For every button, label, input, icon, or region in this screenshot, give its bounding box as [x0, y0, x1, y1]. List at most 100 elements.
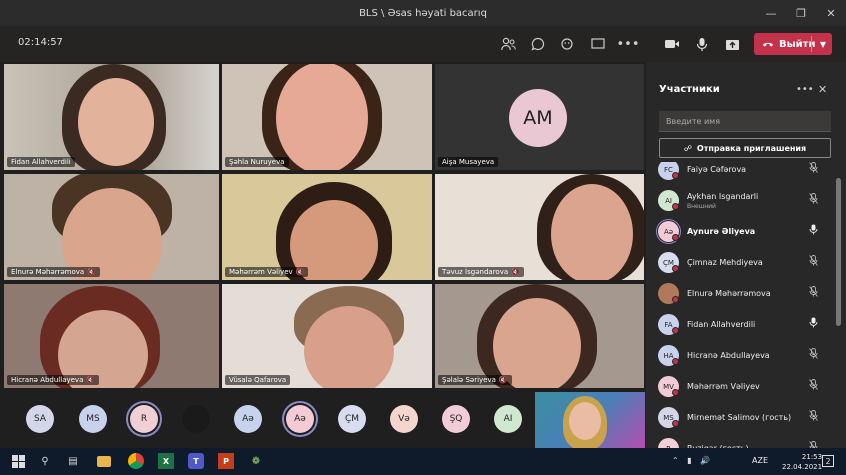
powerpoint-icon[interactable]: P	[218, 453, 234, 469]
invite-button[interactable]: ☍ Отправка приглашения	[659, 138, 831, 158]
participant-name: Hicranə Abdullayeva	[687, 351, 770, 360]
participant-row[interactable]: HA Hicranə Abdullayeva	[658, 342, 828, 368]
video-tile[interactable]: Elnurə Məhərrəmova 🔇	[4, 174, 219, 280]
taskbar: ⚲ ▤ X T P ❁ ⌃ ▮ 🔊 AZE 21:53 22.04.2021 2	[0, 448, 846, 475]
mic-muted-icon[interactable]	[809, 286, 818, 300]
strip-avatar[interactable]	[182, 405, 210, 433]
mic-muted-icon: 🔇	[498, 376, 508, 384]
mic-muted-icon[interactable]	[809, 441, 818, 448]
strip-avatar[interactable]: ŞQ	[442, 405, 470, 433]
tile-name: Şəlalə Səriyeva 🔇	[438, 375, 512, 385]
mic-muted-icon: 🔇	[87, 268, 96, 276]
system-tray[interactable]: ⌃ ▮ 🔊	[672, 456, 713, 465]
participants-panel: Участники ••• ✕ ☍ Отправка приглашения F…	[646, 62, 846, 448]
clock[interactable]: 21:53 22.04.2021	[782, 452, 822, 472]
share-tray-icon[interactable]	[722, 34, 742, 54]
mic-muted-icon[interactable]	[809, 255, 818, 269]
participant-name: Mirnemət Salimov (гость)	[687, 413, 792, 422]
participant-row[interactable]: Elnurə Məhərrəmova	[658, 280, 828, 306]
mic-muted-icon[interactable]	[809, 193, 818, 207]
search-icon[interactable]: ⚲	[37, 453, 53, 469]
status-badge	[672, 296, 679, 303]
participant-row[interactable]: MS Mirnemət Salimov (гость)	[658, 404, 828, 430]
more-options-icon[interactable]: •••	[796, 84, 814, 95]
windows-start-icon[interactable]	[10, 453, 26, 469]
participant-row[interactable]: AI Aykhan Isgandarli Внешний	[658, 187, 828, 213]
app-icon[interactable]: ❁	[248, 453, 264, 469]
mic-muted-icon: 🔇	[295, 268, 305, 276]
close-icon[interactable]: ✕	[818, 83, 827, 96]
video-tile[interactable]: Məhərrəm Vəliyev 🔇	[222, 174, 432, 280]
video-tile[interactable]: Vüsalə Qafarova	[222, 284, 432, 388]
camera-icon[interactable]	[662, 34, 682, 54]
maximize-icon[interactable]: ❐	[786, 0, 816, 26]
video-tile[interactable]: Fidan Allahverdili	[4, 64, 219, 170]
mic-muted-icon[interactable]	[809, 410, 818, 424]
strip-avatar[interactable]: ÇM	[338, 405, 366, 433]
tile-name: Aişa Musayeva	[438, 157, 499, 167]
strip-avatar[interactable]: R	[130, 405, 158, 433]
chrome-icon[interactable]	[128, 453, 144, 469]
chat-icon[interactable]	[528, 34, 548, 54]
more-options-icon[interactable]: •••	[617, 34, 640, 54]
video-tile[interactable]: Təvuz İsgəndarova 🔇	[435, 174, 644, 280]
participant-role: Внешний	[687, 203, 716, 210]
participant-row[interactable]: MV Məhərrəm Vəliyev	[658, 373, 828, 399]
panel-title: Участники	[659, 84, 720, 95]
participant-row[interactable]: RRuzigar (гость)	[658, 435, 828, 448]
mic-muted-icon[interactable]	[809, 162, 818, 176]
participant-name: Fidan Allahverdili	[687, 320, 756, 329]
avatar: R	[658, 438, 679, 448]
video-grid: Fidan Allahverdili Şəhla Nuruyeva AM Aiş…	[4, 64, 644, 388]
status-badge	[672, 203, 679, 210]
participants-icon[interactable]	[498, 34, 518, 54]
video-tile[interactable]: Hicranə Abdullayeva 🔇	[4, 284, 219, 388]
video-tile[interactable]: Şəlalə Səriyeva 🔇	[435, 284, 644, 388]
status-badge	[672, 172, 679, 179]
task-view-icon[interactable]: ▤	[65, 453, 81, 469]
mic-muted-icon[interactable]	[809, 379, 818, 393]
file-explorer-icon[interactable]	[97, 456, 111, 467]
chevron-down-icon[interactable]: ▼	[820, 40, 826, 49]
strip-avatar[interactable]: Aə	[286, 405, 314, 433]
share-screen-icon[interactable]	[588, 34, 608, 54]
leave-label: Выйти	[779, 38, 816, 50]
excel-icon[interactable]: X	[158, 453, 174, 469]
microphone-icon[interactable]	[692, 34, 712, 54]
video-tile[interactable]: Şəhla Nuruyeva	[222, 64, 432, 170]
status-badge	[672, 358, 679, 365]
participant-row[interactable]: FC Faiyə Cəfərova	[658, 162, 828, 182]
status-badge	[672, 234, 679, 241]
tile-name: Məhərrəm Vəliyev 🔇	[225, 267, 309, 277]
participant-row[interactable]: ÇM Çimnaz Mehdiyeva	[658, 249, 828, 275]
participant-list: FC Faiyə Cəfərova AI Aykhan Isgandarli Внешн…	[646, 162, 836, 448]
tile-name: Vüsalə Qafarova	[225, 375, 291, 385]
microphone-icon[interactable]	[809, 224, 818, 238]
strip-avatar[interactable]: Aə	[234, 405, 262, 433]
strip-avatar[interactable]: SA	[26, 405, 54, 433]
self-video-preview[interactable]	[535, 392, 645, 448]
mic-muted-icon[interactable]	[809, 348, 818, 362]
minimize-icon[interactable]: —	[756, 0, 786, 26]
microphone-icon[interactable]	[809, 317, 818, 331]
scrollbar[interactable]	[836, 170, 841, 440]
strip-avatar[interactable]: MS	[79, 405, 107, 433]
strip-avatar[interactable]: Və	[390, 405, 418, 433]
search-input[interactable]	[659, 111, 831, 132]
invite-label: Отправка приглашения	[696, 143, 807, 153]
mic-muted-icon: 🔇	[511, 268, 520, 276]
close-window-icon[interactable]: ✕	[816, 0, 846, 26]
tile-name: Elnurə Məhərrəmova 🔇	[7, 267, 100, 277]
participant-name: Elnurə Məhərrəmova	[687, 289, 771, 298]
leave-button[interactable]: Выйти ▼	[754, 33, 832, 55]
notifications-icon[interactable]: 2	[822, 455, 834, 467]
tile-name: Fidan Allahverdili	[7, 157, 75, 167]
video-tile[interactable]: AM Aişa Musayeva	[435, 64, 644, 170]
strip-avatar[interactable]: AI	[494, 405, 522, 433]
language-indicator[interactable]: AZE	[752, 456, 768, 465]
participant-row[interactable]: FA Fidan Allahverdili	[658, 311, 828, 337]
participant-row[interactable]: Aə Aynurə Əliyeva	[658, 218, 828, 244]
status-badge	[672, 389, 679, 396]
reactions-icon[interactable]	[558, 34, 578, 54]
teams-icon[interactable]: T	[188, 453, 204, 469]
